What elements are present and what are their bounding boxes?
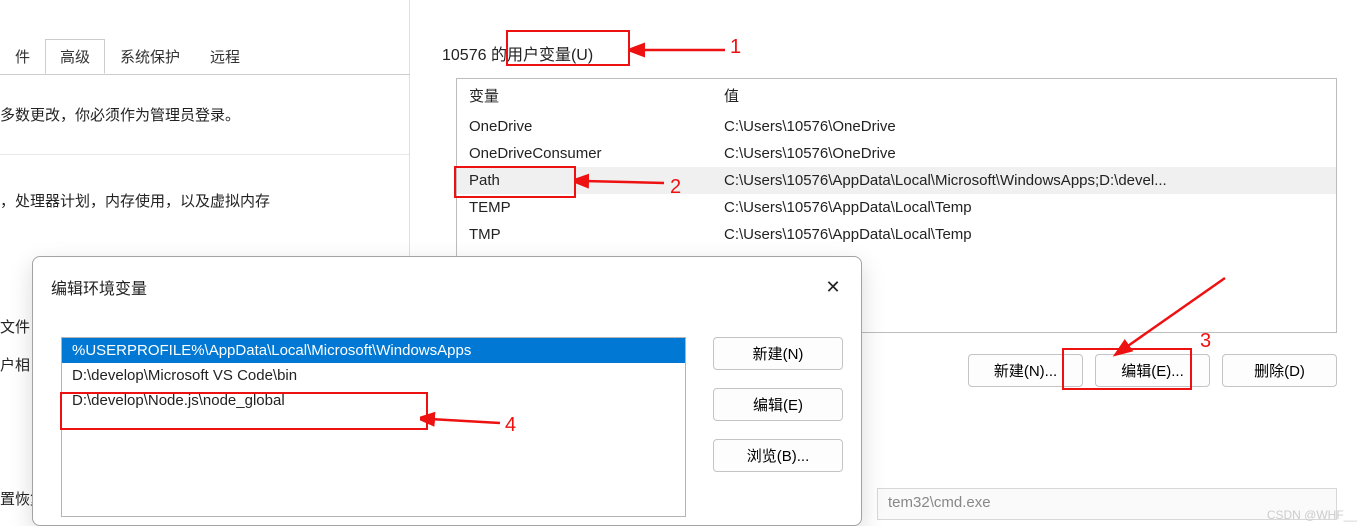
- tab-advanced[interactable]: 高级: [45, 39, 105, 74]
- table-body: OneDrive C:\Users\10576\OneDrive OneDriv…: [457, 113, 1336, 248]
- col-variable[interactable]: 变量: [457, 79, 712, 112]
- tab-system-protection[interactable]: 系统保护: [105, 39, 195, 74]
- dialog-buttons: 新建(N) 编辑(E) 浏览(B)...: [713, 337, 843, 472]
- cell-val: C:\Users\10576\OneDrive: [712, 142, 1336, 165]
- tabs-row: 件 高级 系统保护 远程: [0, 40, 255, 74]
- tab-hardware-partial[interactable]: 件: [0, 39, 45, 74]
- label-user-partial: 户相: [0, 354, 30, 375]
- dlg-new-button[interactable]: 新建(N): [713, 337, 843, 370]
- cell-var: OneDrive: [457, 115, 712, 138]
- table-row[interactable]: TMP C:\Users\10576\AppData\Local\Temp: [457, 221, 1336, 248]
- cell-var: Path: [457, 169, 712, 192]
- col-value[interactable]: 值: [712, 79, 751, 112]
- list-item[interactable]: D:\develop\Node.js\node_global: [62, 388, 685, 413]
- dialog-title: 编辑环境变量: [51, 275, 147, 299]
- cell-val: C:\Users\10576\AppData\Local\Microsoft\W…: [712, 169, 1336, 192]
- label-file-partial: 文件: [0, 316, 30, 337]
- table-row-path[interactable]: Path C:\Users\10576\AppData\Local\Micros…: [457, 167, 1336, 194]
- edit-env-var-dialog: 编辑环境变量 ✕ %USERPROFILE%\AppData\Local\Mic…: [32, 256, 862, 526]
- table-row[interactable]: OneDrive C:\Users\10576\OneDrive: [457, 113, 1336, 140]
- cell-var: TMP: [457, 223, 712, 246]
- close-icon[interactable]: ✕: [819, 273, 847, 301]
- watermark: CSDN @WHF__: [1267, 508, 1357, 522]
- list-item[interactable]: %USERPROFILE%\AppData\Local\Microsoft\Wi…: [62, 338, 685, 363]
- cell-val: C:\Users\10576\AppData\Local\Temp: [712, 223, 1336, 246]
- table-header: 变量 值: [457, 79, 1336, 113]
- separator: [0, 154, 409, 155]
- cell-val: C:\Users\10576\AppData\Local\Temp: [712, 196, 1336, 219]
- delete-button[interactable]: 删除(D): [1222, 354, 1337, 387]
- new-button[interactable]: 新建(N)...: [968, 354, 1083, 387]
- table-row[interactable]: TEMP C:\Users\10576\AppData\Local\Temp: [457, 194, 1336, 221]
- dlg-browse-button[interactable]: 浏览(B)...: [713, 439, 843, 472]
- admin-note: 多数更改，你必须作为管理员登录。: [0, 104, 240, 125]
- cell-var: OneDriveConsumer: [457, 142, 712, 165]
- cell-var: TEMP: [457, 196, 712, 219]
- tabs-separator: [0, 74, 410, 75]
- cell-val: C:\Users\10576\OneDrive: [712, 115, 1336, 138]
- user-vars-title: 10576 的用户变量(U): [442, 41, 593, 65]
- table-row[interactable]: OneDriveConsumer C:\Users\10576\OneDrive: [457, 140, 1336, 167]
- tab-remote[interactable]: 远程: [195, 39, 255, 74]
- performance-note: ，处理器计划，内存使用，以及虚拟内存: [0, 190, 270, 211]
- path-list[interactable]: %USERPROFILE%\AppData\Local\Microsoft\Wi…: [61, 337, 686, 517]
- user-vars-buttons: 新建(N)... 编辑(E)... 删除(D): [968, 354, 1337, 387]
- dlg-edit-button[interactable]: 编辑(E): [713, 388, 843, 421]
- list-item[interactable]: D:\develop\Microsoft VS Code\bin: [62, 363, 685, 388]
- edit-button[interactable]: 编辑(E)...: [1095, 354, 1210, 387]
